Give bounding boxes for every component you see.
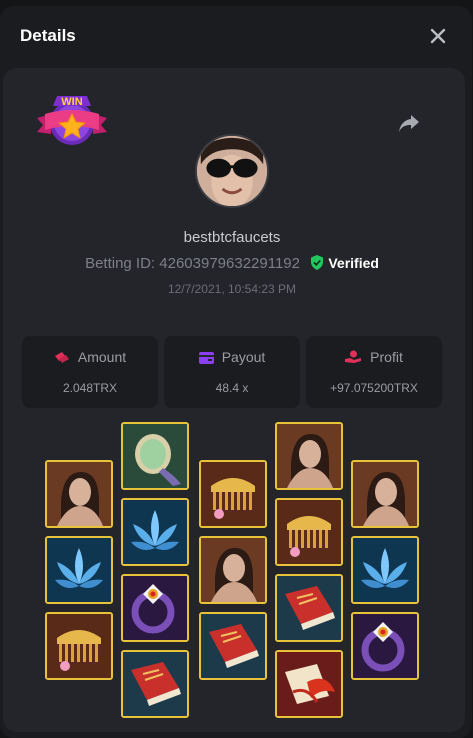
betting-id-label: Betting ID: xyxy=(85,255,156,272)
details-modal: Details WIN bestbtcfaucets Betting ID: 4… xyxy=(0,6,472,738)
win-badge: WIN xyxy=(35,92,109,150)
stat-amount: Amount 2.048TRX xyxy=(22,336,158,408)
symbol-fan xyxy=(275,650,343,718)
amount-label: Amount xyxy=(77,349,127,365)
symbol-comb xyxy=(275,498,343,566)
payout-label: Payout xyxy=(221,349,266,365)
username: bestbtcfaucets xyxy=(183,229,281,246)
avatar xyxy=(195,134,269,208)
stat-payout: Payout 48.4 x xyxy=(164,336,300,408)
bet-timestamp: 12/7/2021, 10:54:23 PM xyxy=(167,282,297,296)
modal-header: Details xyxy=(0,6,472,62)
coins-icon xyxy=(54,352,69,363)
close-icon xyxy=(430,28,446,44)
wallet-icon xyxy=(198,352,214,364)
symbol-lotus xyxy=(121,498,189,566)
share-icon xyxy=(399,115,419,132)
symbol-ring xyxy=(351,612,419,680)
modal-title: Details xyxy=(20,26,76,45)
symbol-lotus xyxy=(351,536,419,604)
hand-coin-icon xyxy=(345,350,362,363)
profit-value: +97.075200TRX xyxy=(330,381,418,395)
slot-reels xyxy=(45,422,421,722)
share-button[interactable] xyxy=(397,112,421,134)
symbol-mirror xyxy=(121,422,189,490)
amount-value: 2.048TRX xyxy=(62,381,118,395)
symbol-book xyxy=(121,650,189,718)
svg-text:WIN: WIN xyxy=(61,96,82,108)
symbol-book xyxy=(275,574,343,642)
close-button[interactable] xyxy=(428,26,448,46)
verified-label: Verified xyxy=(328,255,379,271)
symbol-comb xyxy=(45,612,113,680)
betting-id-value: 42603979632291192 xyxy=(159,255,300,272)
payout-value: 48.4 x xyxy=(215,381,249,395)
symbol-ring xyxy=(121,574,189,642)
symbol-woman xyxy=(199,536,267,604)
symbol-woman xyxy=(351,460,419,528)
symbol-woman xyxy=(45,460,113,528)
stats-row: Amount 2.048TRX Payout 48.4 x Profit +97… xyxy=(22,336,442,408)
stat-profit: Profit +97.075200TRX xyxy=(306,336,442,408)
betting-id-row: Betting ID: 42603979632291192 Verified xyxy=(3,255,461,272)
bet-details-card: WIN bestbtcfaucets Betting ID: 426039796… xyxy=(3,68,465,732)
symbol-lotus xyxy=(45,536,113,604)
profit-label: Profit xyxy=(370,349,403,365)
symbol-comb xyxy=(199,460,267,528)
symbol-book xyxy=(199,612,267,680)
shield-check-icon xyxy=(311,255,324,270)
symbol-woman xyxy=(275,422,343,490)
